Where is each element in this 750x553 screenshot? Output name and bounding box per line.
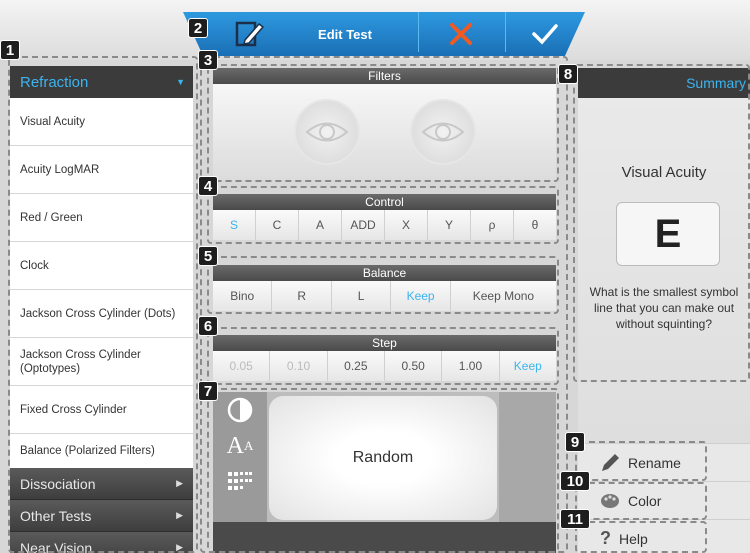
- callout-outline-7: [207, 388, 559, 553]
- marker-2: 2: [188, 18, 208, 38]
- callout-outline-6: [207, 327, 559, 385]
- callout-outline-1: [8, 56, 198, 553]
- marker-8: 8: [558, 64, 578, 84]
- marker-5: 5: [198, 246, 218, 266]
- marker-10: 10: [560, 471, 590, 491]
- toolbar-title: Edit Test: [318, 26, 372, 42]
- marker-4: 4: [198, 176, 218, 196]
- callout-outline-11: [575, 521, 707, 553]
- cancel-button[interactable]: [418, 12, 504, 56]
- callout-outline-10: [575, 482, 707, 520]
- callout-outline-8: [573, 64, 750, 382]
- marker-1: 1: [0, 40, 20, 60]
- callout-outline-9: [575, 441, 707, 481]
- callout-outline-3: [207, 64, 559, 182]
- edit-test-icon[interactable]: [230, 12, 270, 56]
- marker-11: 11: [560, 509, 590, 529]
- checkmark-icon: [532, 24, 558, 45]
- callout-outline-4: [207, 186, 559, 244]
- close-icon: [450, 23, 472, 45]
- callout-outline-5: [207, 256, 559, 314]
- marker-6: 6: [198, 316, 218, 336]
- confirm-button[interactable]: [506, 12, 584, 56]
- marker-9: 9: [565, 432, 585, 452]
- top-toolbar: Edit Test: [0, 0, 750, 60]
- marker-7: 7: [198, 381, 218, 401]
- marker-3: 3: [198, 50, 218, 70]
